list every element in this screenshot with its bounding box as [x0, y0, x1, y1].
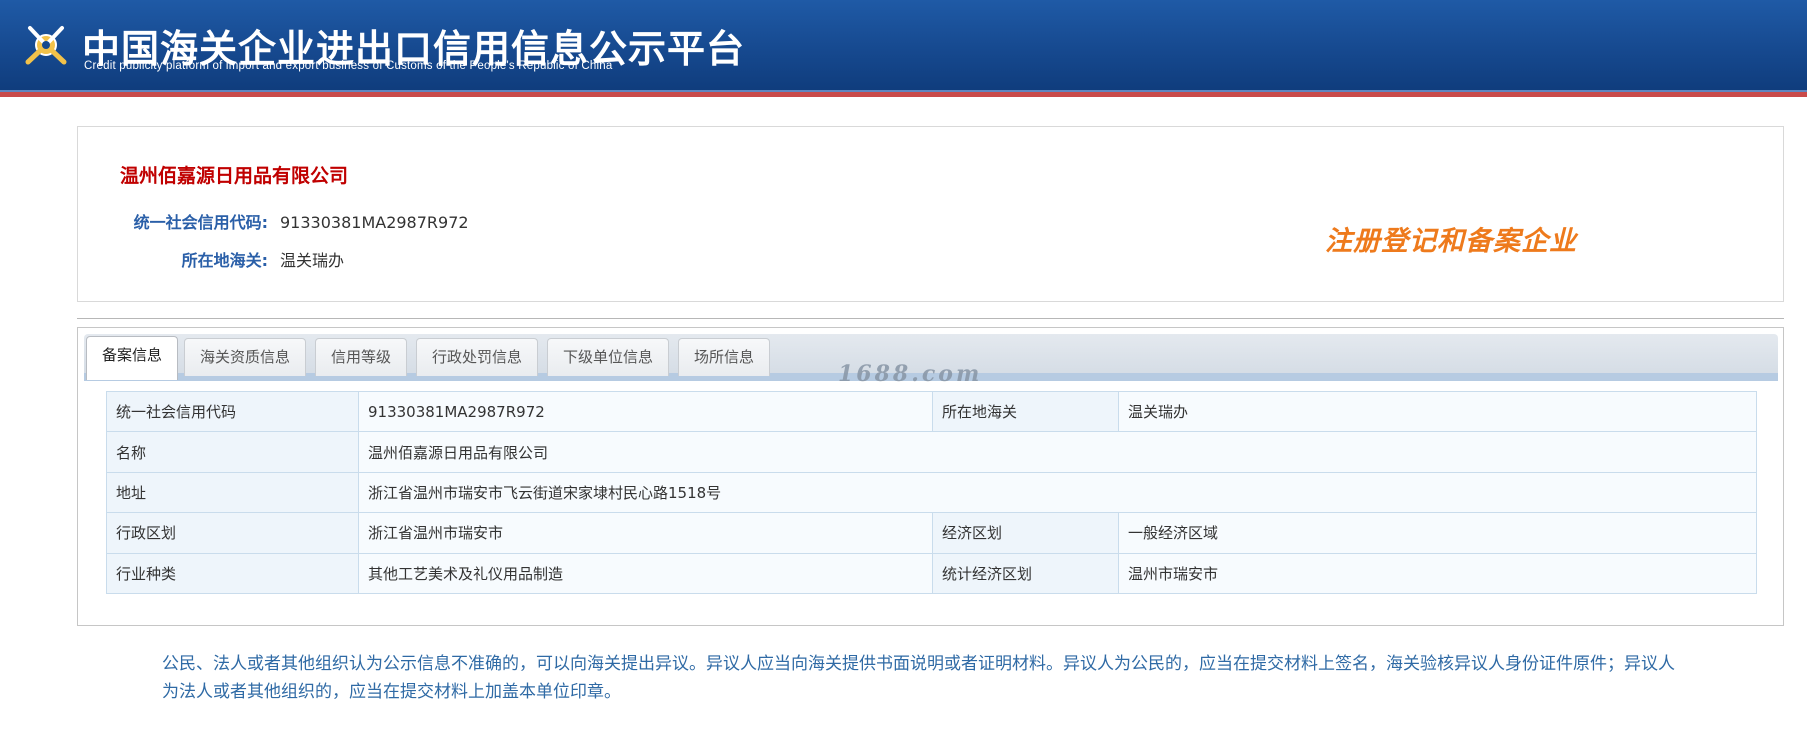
- table-value-cell: 浙江省温州市瑞安市: [358, 512, 933, 554]
- table-value-cell: 温州市瑞安市: [1118, 552, 1757, 594]
- table-label-cell: 所在地海关: [932, 390, 1119, 433]
- table-value-cell: 浙江省温州市瑞安市飞云街道宋家埭村民心路1518号: [358, 471, 1757, 514]
- watermark-text: 1688.com: [838, 361, 983, 387]
- site-subtitle: Credit publicity platform of import and …: [84, 60, 613, 72]
- company-summary-panel: 温州佰嘉源日用品有限公司 统一社会信用代码: 91330381MA2987R972…: [77, 126, 1784, 302]
- table-row: 地址 浙江省温州市瑞安市飞云街道宋家埭村民心路1518号: [106, 471, 1757, 514]
- tab-subordinate-units[interactable]: 下级单位信息: [547, 338, 670, 376]
- credit-code-row: 统一社会信用代码: 91330381MA2987R972: [118, 209, 469, 233]
- filing-info-table: 统一社会信用代码 91330381MA2987R972 所在地海关 温关瑞办 名…: [106, 390, 1757, 594]
- table-label-cell: 地址: [106, 471, 359, 514]
- table-label-cell: 统一社会信用代码: [106, 390, 359, 433]
- detail-tab-panel: 备案信息 海关资质信息 信用等级 行政处罚信息 下级单位信息 场所信息 1688…: [77, 327, 1784, 626]
- table-label-cell: 经济区划: [932, 512, 1119, 554]
- table-value-cell: 91330381MA2987R972: [358, 390, 933, 433]
- credit-code-label: 统一社会信用代码:: [133, 213, 268, 232]
- company-name: 温州佰嘉源日用品有限公司: [120, 165, 349, 187]
- customs-label: 所在地海关:: [181, 251, 268, 270]
- table-row: 行业种类 其他工艺美术及礼仪用品制造 统计经济区划 温州市瑞安市: [106, 552, 1757, 594]
- tab-credit-level[interactable]: 信用等级: [315, 338, 408, 376]
- table-value-cell: 温关瑞办: [1118, 390, 1757, 433]
- objection-notice: 公民、法人或者其他组织认为公示信息不准确的，可以向海关提出异议。异议人应当向海关…: [162, 654, 1675, 702]
- table-label-cell: 行业种类: [106, 552, 359, 594]
- table-label-cell: 名称: [106, 431, 359, 473]
- tab-site-info[interactable]: 场所信息: [678, 338, 771, 376]
- table-row: 名称 温州佰嘉源日用品有限公司: [106, 431, 1757, 473]
- table-label-cell: 统计经济区划: [932, 552, 1119, 594]
- customs-value: 温关瑞办: [280, 251, 345, 270]
- table-value-cell: 一般经济区域: [1118, 512, 1757, 554]
- table-value-cell: 温州佰嘉源日用品有限公司: [358, 431, 1757, 473]
- table-label-cell: 行政区划: [106, 512, 359, 554]
- registration-status-stamp: 注册登记和备案企业: [1325, 226, 1577, 257]
- tab-administrative-penalty[interactable]: 行政处罚信息: [416, 338, 539, 376]
- table-value-cell: 其他工艺美术及礼仪用品制造: [358, 552, 933, 594]
- table-row: 统一社会信用代码 91330381MA2987R972 所在地海关 温关瑞办: [106, 390, 1757, 433]
- customs-emblem-icon: [25, 26, 67, 65]
- tab-customs-qualification[interactable]: 海关资质信息: [184, 338, 307, 376]
- header-red-stripe: [0, 92, 1807, 97]
- section-divider: [77, 318, 1784, 319]
- credit-code-value: 91330381MA2987R972: [280, 213, 469, 232]
- site-header: 中国海关企业进出口信用信息公示平台 Credit publicity platf…: [0, 0, 1807, 92]
- table-row: 行政区划 浙江省温州市瑞安市 经济区划 一般经济区域: [106, 512, 1757, 554]
- customs-row: 所在地海关: 温关瑞办: [118, 247, 344, 271]
- tab-filing-info[interactable]: 备案信息: [86, 336, 179, 380]
